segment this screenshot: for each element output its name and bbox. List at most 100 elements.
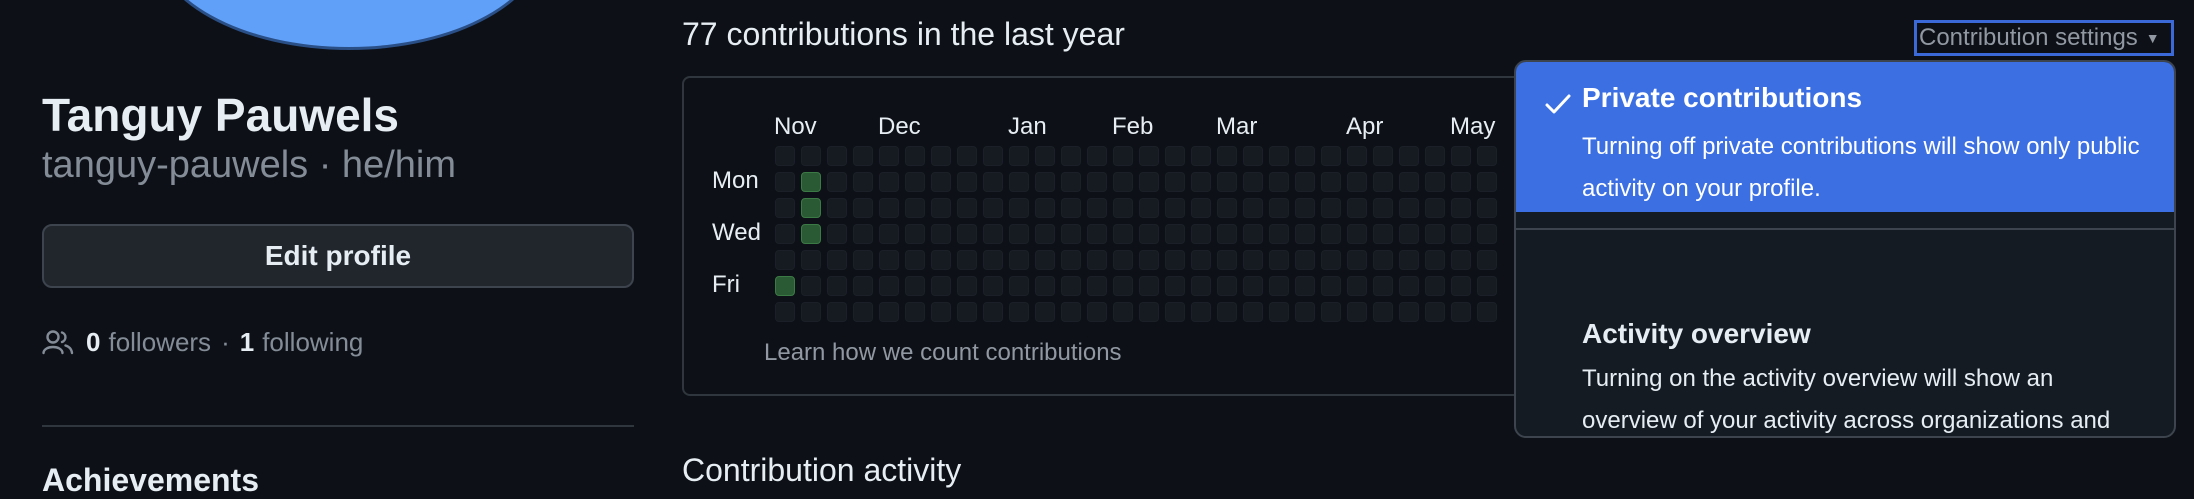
contribution-cell[interactable] <box>1295 172 1315 192</box>
contribution-cell[interactable] <box>1087 198 1107 218</box>
contribution-cell[interactable] <box>1087 250 1107 270</box>
contribution-cell[interactable] <box>801 224 821 244</box>
contribution-cell[interactable] <box>957 224 977 244</box>
contribution-cell[interactable] <box>1243 172 1263 192</box>
contribution-cell[interactable] <box>1425 172 1445 192</box>
contribution-cell[interactable] <box>1373 146 1393 166</box>
contribution-cell[interactable] <box>853 172 873 192</box>
contribution-cell[interactable] <box>1217 198 1237 218</box>
contribution-cell[interactable] <box>1347 250 1367 270</box>
contribution-cell[interactable] <box>1009 250 1029 270</box>
contribution-cell[interactable] <box>957 198 977 218</box>
contribution-cell[interactable] <box>905 172 925 192</box>
contribution-cell[interactable] <box>1113 224 1133 244</box>
contribution-cell[interactable] <box>827 276 847 296</box>
contribution-cell[interactable] <box>1243 198 1263 218</box>
contribution-cell[interactable] <box>957 302 977 322</box>
contribution-cell[interactable] <box>1191 224 1211 244</box>
contribution-cell[interactable] <box>1035 276 1055 296</box>
contribution-cell[interactable] <box>983 198 1003 218</box>
contribution-cell[interactable] <box>1399 250 1419 270</box>
contribution-cell[interactable] <box>1399 276 1419 296</box>
contribution-cell[interactable] <box>1347 224 1367 244</box>
contribution-cell[interactable] <box>1009 302 1029 322</box>
avatar[interactable] <box>152 0 546 50</box>
contribution-cell[interactable] <box>1321 224 1341 244</box>
contribution-cell[interactable] <box>1399 224 1419 244</box>
contribution-cell[interactable] <box>801 146 821 166</box>
contribution-cell[interactable] <box>983 146 1003 166</box>
contribution-cell[interactable] <box>1477 250 1497 270</box>
contribution-cell[interactable] <box>879 224 899 244</box>
contribution-cell[interactable] <box>905 250 925 270</box>
contribution-cell[interactable] <box>1425 276 1445 296</box>
contribution-cell[interactable] <box>983 172 1003 192</box>
contribution-cell[interactable] <box>1035 302 1055 322</box>
contribution-cell[interactable] <box>1217 172 1237 192</box>
contribution-cell[interactable] <box>801 276 821 296</box>
contribution-cell[interactable] <box>1295 224 1315 244</box>
contribution-cell[interactable] <box>801 198 821 218</box>
contribution-cell[interactable] <box>1087 302 1107 322</box>
learn-contributions-link[interactable]: Learn how we count contributions <box>764 339 1122 367</box>
contribution-cell[interactable] <box>1087 276 1107 296</box>
contribution-cell[interactable] <box>1139 172 1159 192</box>
contribution-cell[interactable] <box>1295 250 1315 270</box>
contribution-cell[interactable] <box>1035 172 1055 192</box>
contribution-cell[interactable] <box>957 146 977 166</box>
contribution-cell[interactable] <box>983 276 1003 296</box>
contribution-cell[interactable] <box>905 302 925 322</box>
edit-profile-button[interactable]: Edit profile <box>42 224 634 288</box>
contribution-cell[interactable] <box>1217 250 1237 270</box>
contribution-cell[interactable] <box>1295 276 1315 296</box>
contribution-cell[interactable] <box>1009 198 1029 218</box>
contribution-cell[interactable] <box>1191 198 1211 218</box>
contribution-cell[interactable] <box>1113 198 1133 218</box>
contribution-cell[interactable] <box>1269 172 1289 192</box>
contribution-cell[interactable] <box>801 250 821 270</box>
contribution-cell[interactable] <box>1451 198 1471 218</box>
contribution-cell[interactable] <box>1087 224 1107 244</box>
contribution-cell[interactable] <box>1035 224 1055 244</box>
contribution-cell[interactable] <box>1451 250 1471 270</box>
contribution-cell[interactable] <box>1295 198 1315 218</box>
contribution-cell[interactable] <box>1191 146 1211 166</box>
contribution-cell[interactable] <box>1399 198 1419 218</box>
contribution-cell[interactable] <box>931 276 951 296</box>
contribution-cell[interactable] <box>1321 146 1341 166</box>
contribution-cell[interactable] <box>1399 146 1419 166</box>
contribution-cell[interactable] <box>983 250 1003 270</box>
contribution-cell[interactable] <box>775 224 795 244</box>
contribution-cell[interactable] <box>1243 276 1263 296</box>
contribution-cell[interactable] <box>775 172 795 192</box>
contribution-cell[interactable] <box>1425 224 1445 244</box>
contribution-cell[interactable] <box>1451 224 1471 244</box>
contribution-cell[interactable] <box>1373 302 1393 322</box>
contribution-cell[interactable] <box>1191 276 1211 296</box>
contribution-cell[interactable] <box>879 302 899 322</box>
contribution-cell[interactable] <box>931 250 951 270</box>
following-link[interactable]: 1 following <box>240 327 364 358</box>
contribution-cell[interactable] <box>905 146 925 166</box>
contribution-cell[interactable] <box>1243 146 1263 166</box>
contribution-cell[interactable] <box>1295 302 1315 322</box>
contribution-cell[interactable] <box>931 146 951 166</box>
contribution-cell[interactable] <box>1165 146 1185 166</box>
contribution-cell[interactable] <box>853 146 873 166</box>
contribution-cell[interactable] <box>1009 172 1029 192</box>
contribution-cell[interactable] <box>1321 302 1341 322</box>
contribution-cell[interactable] <box>1139 302 1159 322</box>
contribution-cell[interactable] <box>1451 172 1471 192</box>
contribution-cell[interactable] <box>1217 224 1237 244</box>
contribution-cell[interactable] <box>905 276 925 296</box>
contribution-cell[interactable] <box>931 224 951 244</box>
contribution-cell[interactable] <box>775 302 795 322</box>
contribution-cell[interactable] <box>1061 276 1081 296</box>
contribution-cell[interactable] <box>853 276 873 296</box>
contribution-cell[interactable] <box>1217 146 1237 166</box>
contribution-cell[interactable] <box>1451 302 1471 322</box>
contribution-cell[interactable] <box>827 172 847 192</box>
contribution-cell[interactable] <box>853 224 873 244</box>
contribution-cell[interactable] <box>827 198 847 218</box>
contribution-cell[interactable] <box>931 198 951 218</box>
